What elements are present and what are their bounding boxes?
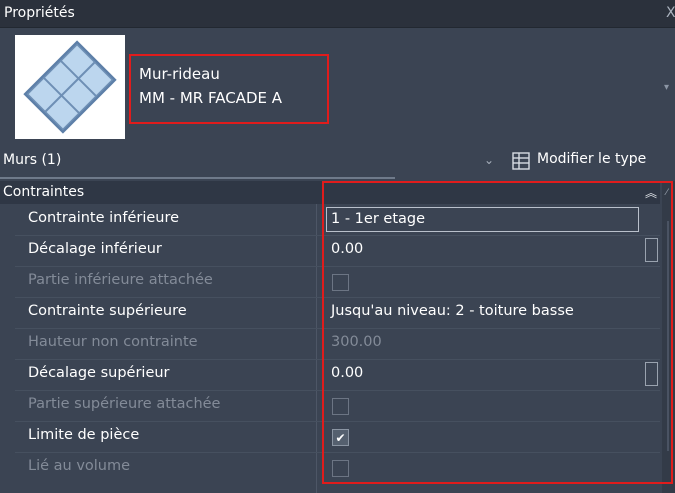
properties-grid: Contraintes ︽ Contrainte inférieure 1 - … <box>0 181 660 493</box>
type-name-highlight[interactable]: Mur-rideau MM - MR FACADE A <box>129 54 329 124</box>
property-row: Contrainte supérieure Jusqu'au niveau: 2… <box>0 297 660 328</box>
property-name: Partie supérieure attachée <box>28 396 221 412</box>
chevron-down-icon[interactable]: ▾ <box>664 82 669 93</box>
collapse-icon[interactable]: ︽ <box>645 184 657 201</box>
property-value[interactable]: 0.00 <box>331 365 363 381</box>
property-value: 300.00 <box>331 334 382 350</box>
property-value-input[interactable]: 1 - 1er etage <box>326 207 639 232</box>
category-constraints[interactable]: Contraintes ︽ <box>0 181 660 204</box>
property-row: Contrainte inférieure 1 - 1er etage <box>0 204 660 235</box>
scroll-up-icon[interactable]: ⁄ <box>666 188 668 198</box>
property-name: Décalage supérieur <box>28 365 170 381</box>
vertical-scrollbar[interactable]: ⁄ <box>662 181 675 493</box>
property-row: Lié au volume <box>0 452 660 483</box>
property-checkbox <box>332 274 349 291</box>
property-row: Décalage inférieur 0.00 <box>0 235 660 266</box>
property-name: Partie inférieure attachée <box>28 272 213 288</box>
chevron-down-icon[interactable]: ⌄ <box>484 153 494 167</box>
value-button[interactable] <box>645 362 658 386</box>
property-checkbox <box>332 398 349 415</box>
category-label: Contraintes <box>3 184 85 200</box>
filter-underline <box>0 177 395 179</box>
curtain-wall-icon <box>15 35 125 139</box>
properties-title-bar: Propriétés X <box>0 0 675 28</box>
edit-type-label: Modifier le type <box>537 151 647 167</box>
selection-filter[interactable]: Murs (1) <box>3 152 61 168</box>
property-name: Contrainte inférieure <box>28 210 180 226</box>
checkmark-icon[interactable]: ✔ <box>332 429 349 446</box>
family-name: Mur-rideau <box>139 65 220 83</box>
property-row: Hauteur non contrainte 300.00 <box>0 328 660 359</box>
selection-filter-row: Murs (1) ⌄ Modifier le type <box>0 145 675 179</box>
property-value[interactable]: 0.00 <box>331 241 363 257</box>
edit-type-icon <box>512 152 530 170</box>
property-value: 1 - 1er etage <box>331 211 426 227</box>
property-row: Partie supérieure attachée <box>0 390 660 421</box>
property-name: Contrainte supérieure <box>28 303 187 319</box>
property-checkbox <box>332 460 349 477</box>
property-name: Lié au volume <box>28 458 131 474</box>
scrollbar-track[interactable] <box>667 221 669 451</box>
property-name: Limite de pièce <box>28 427 140 443</box>
property-row: Décalage supérieur 0.00 <box>0 359 660 390</box>
property-row: Partie inférieure attachée <box>0 266 660 297</box>
property-row: Limite de pièce ✔ <box>0 421 660 452</box>
type-name: MM - MR FACADE A <box>139 89 283 107</box>
property-value[interactable]: Jusqu'au niveau: 2 - toiture basse <box>331 303 574 319</box>
property-name: Décalage inférieur <box>28 241 162 257</box>
panel-title: Propriétés <box>4 5 75 21</box>
property-name: Hauteur non contrainte <box>28 334 198 350</box>
type-selector[interactable]: Mur-rideau MM - MR FACADE A ▾ <box>0 28 675 143</box>
close-icon[interactable]: X <box>666 5 675 21</box>
value-button[interactable] <box>645 238 658 262</box>
